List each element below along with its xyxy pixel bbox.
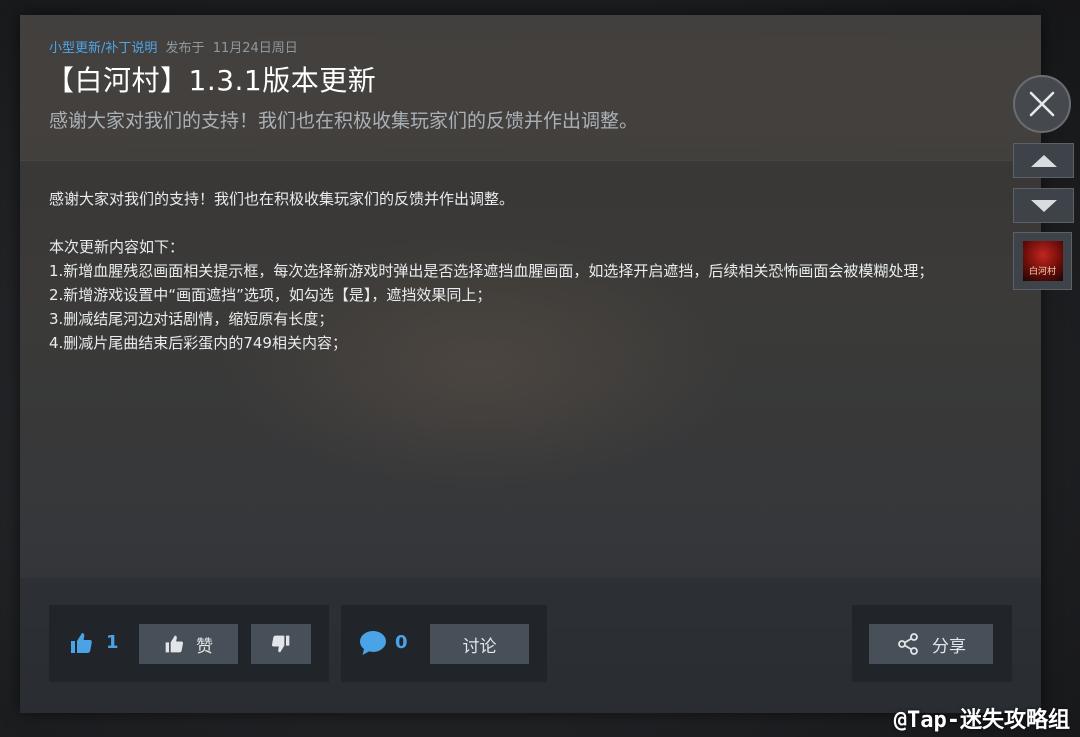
share-icon — [896, 632, 920, 656]
thumbs-up-icon — [69, 631, 93, 655]
body-intro: 感谢大家对我们的支持！我们也在积极收集玩家们的反馈并作出调整。 — [49, 190, 515, 208]
news-header: 小型更新/补丁说明 发布于 11月24日周日 【白河村】1.3.1版本更新 感谢… — [20, 15, 1041, 161]
share-label: 分享 — [932, 636, 966, 657]
update-item: 2.新增游戏设置中“画面遮挡”选项，如勾选【是】，遮挡效果同上； — [49, 286, 492, 304]
next-post-button[interactable] — [1013, 188, 1074, 223]
update-item: 3.删减结尾河边对话剧情，缩短原有长度； — [49, 310, 334, 328]
watermark: @Tap-迷失攻略组 — [893, 708, 1070, 733]
update-item: 4.删减片尾曲结束后彩蛋内的749相关内容； — [49, 334, 347, 352]
comment-count: 0 — [395, 632, 408, 653]
posted-label: 发布于 — [165, 41, 205, 56]
close-button[interactable] — [1013, 75, 1071, 133]
arrow-down-icon — [1030, 199, 1057, 212]
dislike-button[interactable] — [251, 624, 311, 664]
thumbs-up-icon — [164, 634, 184, 654]
like-button[interactable]: 赞 — [139, 624, 238, 664]
share-panel: 分享 — [852, 605, 1012, 682]
discuss-button[interactable]: 讨论 — [430, 624, 529, 664]
thumbnail-title: 白河村 — [1028, 267, 1056, 277]
body-list-heading: 本次更新内容如下： — [49, 238, 185, 256]
like-label: 赞 — [196, 636, 213, 657]
update-item: 1.新增血腥残忍画面相关提示框，每次选择新游戏时弹出是否选择遮挡血腥画面，如选择… — [49, 262, 934, 280]
game-cover-image: 白河村 — [1022, 241, 1063, 281]
game-thumbnail[interactable]: 白河村 — [1013, 232, 1072, 290]
arrow-up-icon — [1030, 154, 1057, 167]
news-subtitle: 感谢大家对我们的支持！我们也在积极收集玩家们的反馈并作出调整。 — [49, 110, 639, 132]
news-meta: 小型更新/补丁说明 发布于 11月24日周日 — [49, 37, 298, 56]
category-link[interactable]: 小型更新/补丁说明 — [49, 41, 157, 56]
post-date: 11月24日周日 — [212, 41, 298, 56]
like-count: 1 — [106, 632, 119, 653]
news-title: 【白河村】1.3.1版本更新 — [46, 64, 377, 97]
close-icon — [1028, 90, 1056, 118]
comments-panel: 0 讨论 — [341, 605, 547, 682]
news-modal: 小型更新/补丁说明 发布于 11月24日周日 【白河村】1.3.1版本更新 感谢… — [20, 15, 1041, 713]
share-button[interactable]: 分享 — [869, 624, 993, 664]
rating-panel: 1 赞 — [49, 605, 329, 682]
discuss-label: 讨论 — [462, 636, 497, 657]
thumbs-down-icon — [271, 634, 291, 654]
news-footer: 1 赞 0 讨论 分享 — [20, 578, 1041, 713]
news-body: 感谢大家对我们的支持！我们也在积极收集玩家们的反馈并作出调整。 本次更新内容如下… — [49, 187, 1014, 355]
speech-bubble-icon — [359, 630, 387, 656]
previous-post-button[interactable] — [1013, 143, 1074, 178]
